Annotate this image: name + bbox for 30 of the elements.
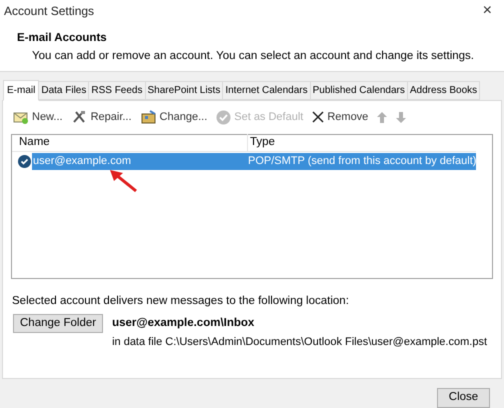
tools-icon [72,110,88,124]
up-arrow-icon [377,112,388,122]
section-description: You can add or remove an account. You can select an account and change its settings. [31,49,475,64]
tab[interactable]: RSS Feeds [89,81,146,100]
tab[interactable]: Internet Calendars [223,81,311,100]
close-button[interactable]: × [478,3,496,19]
window-title: Account Settings [4,3,94,20]
delivery-label: Selected account delivers new messages to the following location: [11,294,350,309]
arrow-annotation [108,169,138,193]
card-icon [140,110,157,124]
data-file-path: in data file C:\Users\Admin\Documents\Outlook Files\user@example.com.pst [112,335,487,350]
envelope-icon [13,110,29,124]
down-arrow-icon [396,112,406,122]
section-title: E-mail Accounts [16,31,108,46]
change-button[interactable]: Change... [140,108,208,126]
close-dialog-button[interactable]: Close [437,388,490,408]
change-folder-button[interactable]: Change Folder [13,314,104,334]
tab[interactable]: SharePoint Lists [146,81,224,100]
check-circle-icon [216,110,232,124]
tab[interactable]: Data Files [39,81,90,100]
close-icon [312,111,324,123]
column-header[interactable]: Name [12,134,247,152]
repair-button[interactable]: Repair... [72,108,132,126]
new-button[interactable]: New... [13,108,63,126]
column-header[interactable]: Type [247,134,476,152]
tab[interactable]: Published Calendars [310,81,408,100]
tab[interactable]: Address Books [408,81,480,100]
remove-button[interactable]: Remove [312,108,368,126]
tab[interactable]: E-mail [3,80,40,101]
folder-path: user@example.com\Inbox [112,316,256,332]
